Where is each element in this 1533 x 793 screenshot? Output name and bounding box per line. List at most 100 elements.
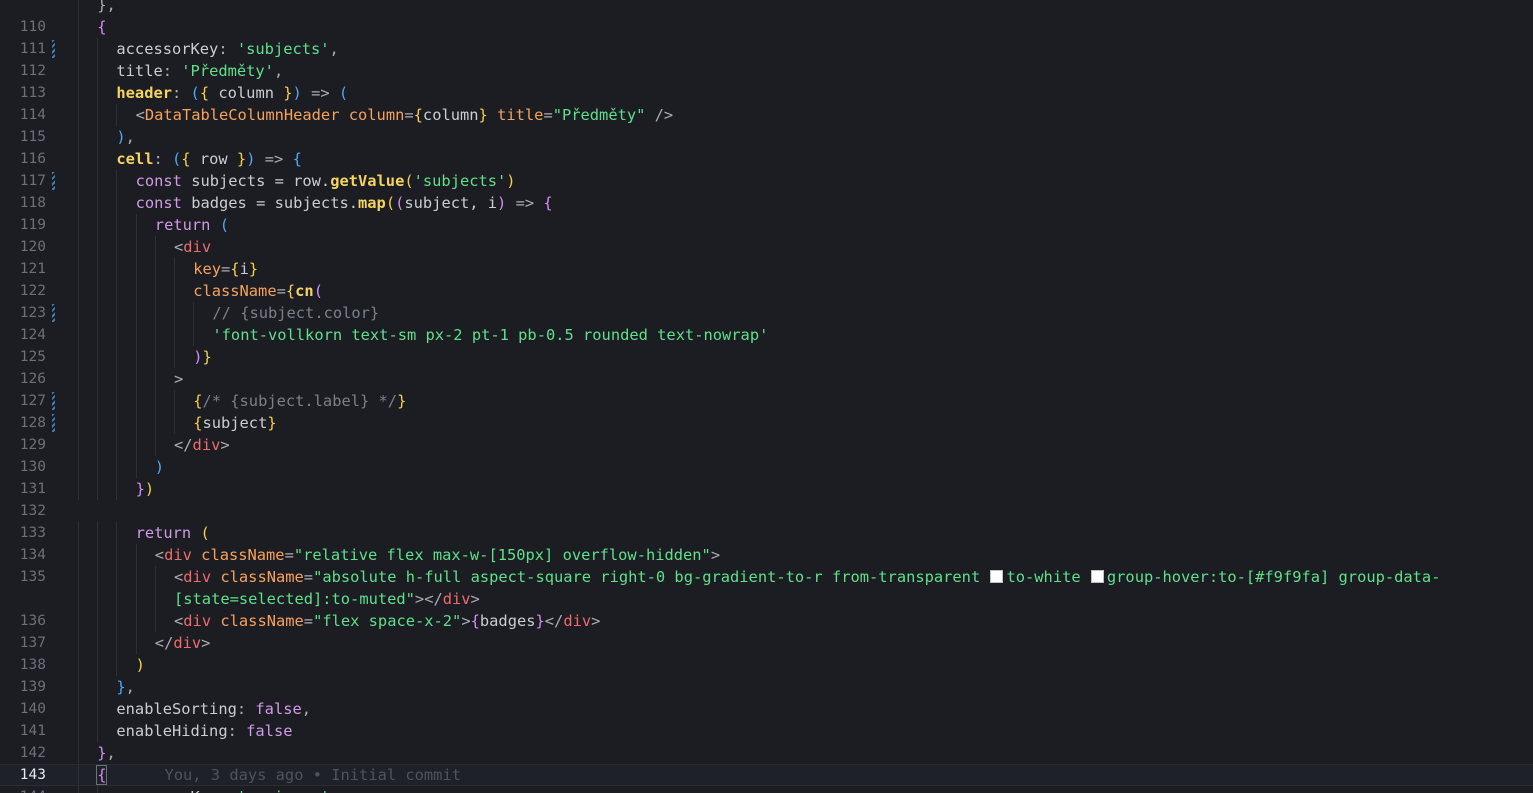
- line-code: ): [74, 654, 1533, 676]
- code-line[interactable]: 113 header: ({ column }) => (: [0, 82, 1533, 104]
- code-line[interactable]: 110 {: [0, 16, 1533, 38]
- code-line[interactable]: 111 accessorKey: 'subjects',: [0, 38, 1533, 60]
- code-token: >: [710, 546, 721, 564]
- code-line[interactable]: 136 <div className="flex space-x-2">{badg…: [0, 610, 1533, 632]
- code-token: (: [313, 282, 323, 300]
- code-token: ): [292, 84, 302, 102]
- code-line[interactable]: 140 enableSorting: false,: [0, 698, 1533, 720]
- code-line[interactable]: 127 {/* {subject.label} */}: [0, 390, 1533, 412]
- indent-guide: [135, 214, 137, 236]
- code-token: accessorKey: [116, 788, 218, 793]
- code-line[interactable]: 117 const subjects = row.getValue('subjec…: [0, 170, 1533, 192]
- indent-guide: [78, 82, 79, 104]
- code-line[interactable]: 142},: [0, 742, 1533, 764]
- code-line[interactable]: 125)}: [0, 346, 1533, 368]
- code-line[interactable]: 137 </div>: [0, 632, 1533, 654]
- code-token: </: [154, 634, 174, 652]
- indent-guide: [154, 566, 156, 588]
- indent-guide: [78, 148, 79, 170]
- code-line[interactable]: 139},: [0, 676, 1533, 698]
- indent-guide: [78, 192, 79, 214]
- code-line[interactable]: 118 const badges = subjects.map((subject,…: [0, 192, 1533, 214]
- indent-guide: [154, 302, 156, 324]
- line-code: // {subject.color}: [74, 302, 1533, 324]
- code-line[interactable]: },: [0, 0, 1533, 16]
- code-token: className: [220, 612, 304, 630]
- code-token: =>: [301, 84, 339, 102]
- line-number: 130: [19, 459, 46, 475]
- code-token: (: [395, 194, 405, 212]
- code-token: const: [135, 194, 182, 212]
- code-line[interactable]: 138): [0, 654, 1533, 676]
- code-line[interactable]: 144 accessorKey: 'seminars',: [0, 786, 1533, 793]
- code-token: =: [221, 260, 231, 278]
- code-line[interactable]: 116 cell: ({ row }) => {: [0, 148, 1533, 170]
- indent-guide: [135, 566, 137, 588]
- line-number: 139: [19, 679, 46, 695]
- code-line[interactable]: 133 return (: [0, 522, 1533, 544]
- code-line[interactable]: 130): [0, 456, 1533, 478]
- line-code: enableSorting: false,: [74, 698, 1533, 720]
- code-line[interactable]: 128 {subject}: [0, 412, 1533, 434]
- line-number: 120: [19, 239, 46, 255]
- line-code: )}: [74, 346, 1533, 368]
- code-token: DataTableColumnHeader: [144, 106, 340, 124]
- code-line[interactable]: 119 return (: [0, 214, 1533, 236]
- code-line[interactable]: 126 >: [0, 368, 1533, 390]
- line-number: 119: [19, 217, 46, 233]
- code-line[interactable]: 122 className={cn(: [0, 280, 1533, 302]
- indent-guide: [135, 346, 137, 368]
- code-line[interactable]: 124 'font-vollkorn text-sm px-2 pt-1 pb-0…: [0, 324, 1533, 346]
- code-token: className: [220, 568, 304, 586]
- code-token: {: [230, 260, 240, 278]
- code-token: {: [470, 612, 480, 630]
- indent-guide: [135, 280, 137, 302]
- code-token: i: [239, 260, 249, 278]
- code-token: {: [285, 282, 296, 300]
- indent-guide: [97, 566, 99, 588]
- indent-guide: [193, 302, 195, 324]
- indent-guide: [154, 412, 156, 434]
- code-line[interactable]: 121 key={i}: [0, 258, 1533, 280]
- code-line[interactable]: [state=selected]:to-muted"></div>: [0, 588, 1533, 610]
- code-line[interactable]: 120 <div: [0, 236, 1533, 258]
- line-code: >: [74, 368, 1533, 390]
- scm-change-marker[interactable]: [52, 304, 55, 322]
- code-line[interactable]: 132: [0, 500, 1533, 522]
- line-number: 141: [19, 723, 46, 739]
- code-line[interactable]: 115),: [0, 126, 1533, 148]
- scm-change-marker[interactable]: [52, 172, 55, 190]
- indent-guide: [78, 302, 79, 324]
- code-line[interactable]: 135 <div className="absolute h-full aspec…: [0, 566, 1533, 588]
- indent-guide: [116, 610, 118, 632]
- code-line[interactable]: 129 </div>: [0, 434, 1533, 456]
- code-line[interactable]: 123 // {subject.color}: [0, 302, 1533, 324]
- code-line[interactable]: 143 {You, 3 days ago • Initial commit: [0, 764, 1533, 786]
- indent-guide: [78, 38, 79, 60]
- code-editor[interactable]: }, 110 {111 accessorKey: 'subjects', 112 titl…: [0, 0, 1533, 793]
- code-token: div: [192, 436, 221, 454]
- color-swatch[interactable]: [1090, 570, 1104, 583]
- line-number: 124: [19, 327, 46, 343]
- line-number: 136: [19, 613, 46, 629]
- code-line[interactable]: 131}): [0, 478, 1533, 500]
- scm-change-marker[interactable]: [52, 392, 55, 410]
- line-number: 126: [19, 371, 46, 387]
- line-code: title: 'Předměty',: [74, 60, 1533, 82]
- line-number: 112: [19, 63, 46, 79]
- code-line[interactable]: 112 title: 'Předměty',: [0, 60, 1533, 82]
- code-token: (: [200, 524, 210, 542]
- indent-guide: [116, 566, 118, 588]
- indent-guide: [78, 478, 79, 500]
- code-line[interactable]: 141 enableHiding: false: [0, 720, 1533, 742]
- indent-guide: [116, 258, 118, 280]
- color-swatch[interactable]: [990, 570, 1004, 583]
- indent-guide: [154, 280, 156, 302]
- code-token: <: [174, 612, 184, 630]
- code-token: }: [116, 678, 126, 696]
- code-line[interactable]: 134 <div className="relative flex max-w-[…: [0, 544, 1533, 566]
- scm-change-marker[interactable]: [52, 40, 55, 58]
- indent-guide: [97, 478, 99, 500]
- scm-change-marker[interactable]: [52, 414, 55, 432]
- code-line[interactable]: 114 <DataTableColumnHeader column={column…: [0, 104, 1533, 126]
